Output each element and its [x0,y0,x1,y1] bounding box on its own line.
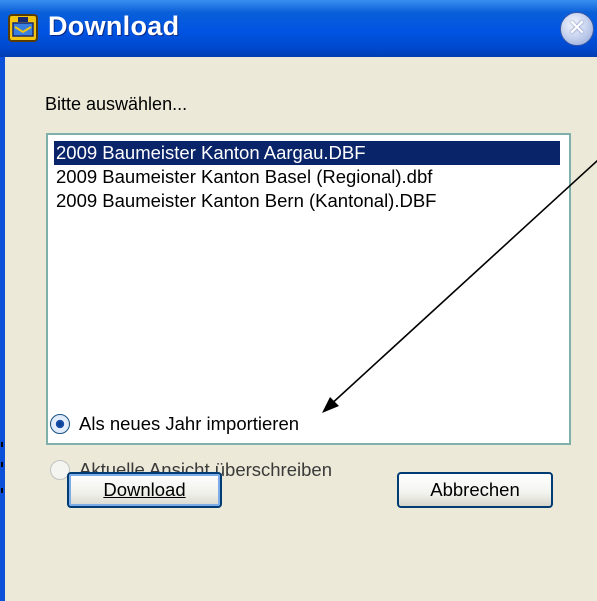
download-button-label: Download [103,479,186,500]
cancel-button-label: Abbrechen [430,479,520,500]
close-button[interactable]: ✕ [560,12,594,46]
list-item[interactable]: 2009 Baumeister Kanton Basel (Regional).… [56,165,432,189]
app-icon [8,14,38,42]
file-listbox[interactable]: 2009 Baumeister Kanton Aargau.DBF 2009 B… [46,133,571,445]
download-button[interactable]: Download [67,472,222,508]
cancel-button[interactable]: Abbrechen [397,472,553,508]
close-icon: ✕ [567,16,587,41]
prompt-label: Bitte auswählen... [45,94,188,114]
download-dialog: Download ✕ Bitte auswählen... 2009 Baume… [0,0,597,601]
title-bar[interactable]: Download ✕ [0,0,597,57]
list-item[interactable]: 2009 Baumeister Kanton Bern (Kantonal).D… [56,189,437,213]
import-new-year-label[interactable]: Als neues Jahr importieren [79,413,299,435]
import-new-year-radio[interactable] [50,414,70,434]
edge-marks [1,442,3,493]
dialog-body: Bitte auswählen... 2009 Baumeister Kanto… [5,57,597,601]
window-title: Download [48,11,180,41]
list-item[interactable]: 2009 Baumeister Kanton Aargau.DBF [54,141,560,165]
